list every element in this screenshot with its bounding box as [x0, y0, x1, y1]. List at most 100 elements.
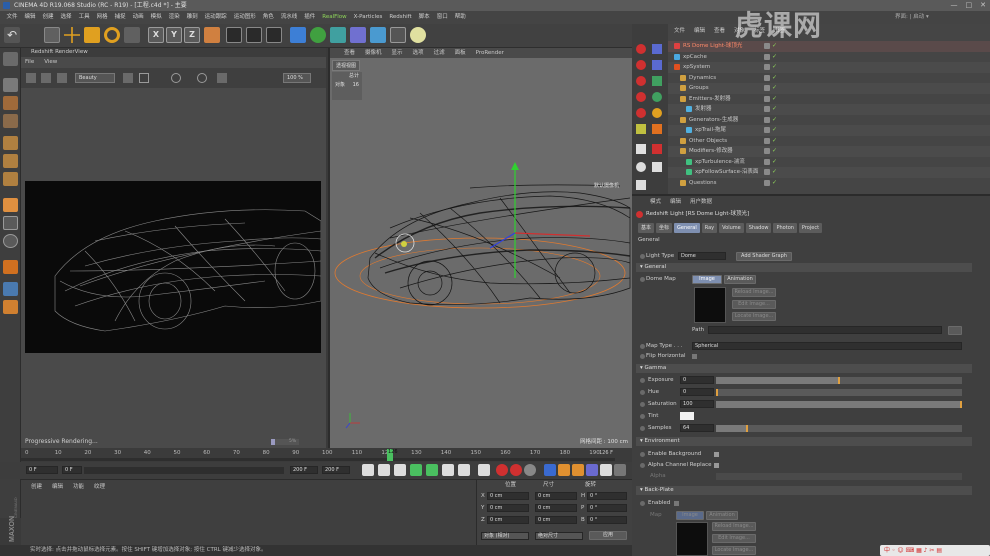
enabled-check-icon[interactable]: ✓ — [772, 158, 777, 166]
menu-select[interactable]: 选择 — [57, 11, 75, 24]
color-picker-icon[interactable] — [171, 73, 181, 83]
menu-script[interactable]: 脚本 — [415, 11, 433, 24]
enabled-check-icon[interactable]: ✓ — [772, 105, 777, 113]
visibility-toggle[interactable] — [764, 158, 770, 165]
visibility-toggle[interactable] — [764, 179, 770, 186]
start-frame-field[interactable]: 0 F — [26, 466, 58, 474]
samples-slider[interactable] — [716, 425, 962, 432]
aov-select[interactable]: Beauty — [75, 73, 115, 83]
mat-menu-function[interactable]: 功能 — [73, 482, 84, 490]
menu-file[interactable]: 文件 — [3, 11, 21, 24]
camera-icon[interactable] — [390, 27, 406, 43]
tab-coord[interactable]: 坐标 — [656, 223, 673, 233]
scale-icon[interactable] — [84, 27, 100, 43]
enabled-check-icon[interactable]: ✓ — [772, 74, 777, 82]
z-axis-lock-button[interactable]: Z — [184, 27, 200, 43]
visibility-toggle[interactable] — [764, 95, 770, 102]
key-position-icon[interactable] — [544, 464, 556, 476]
ime-indicator[interactable]: 中 ◦ ☺ ⌨ ▦ ♪ ✂ ▤ — [884, 545, 942, 556]
coord-position-field[interactable]: 0 cm — [487, 516, 529, 524]
key-parameter-icon[interactable] — [586, 464, 598, 476]
edit-image-button[interactable]: Edit Image... — [732, 300, 776, 309]
mat-menu-edit[interactable]: 编辑 — [52, 482, 63, 490]
key-pla-icon[interactable] — [600, 464, 612, 476]
loop-icon[interactable] — [478, 464, 490, 476]
record-active-icon[interactable] — [496, 464, 508, 476]
back-plate-tab-animation[interactable]: Animation — [706, 511, 738, 520]
section-gamma[interactable]: ▾ Gamma — [636, 364, 972, 373]
redshift-icon[interactable] — [636, 44, 646, 54]
enable-background-checkbox[interactable] — [714, 452, 719, 457]
visibility-toggle[interactable] — [764, 64, 770, 70]
minimize-button[interactable]: — — [951, 1, 958, 10]
menu-create[interactable]: 创建 — [39, 11, 57, 24]
tab-project[interactable]: Project — [798, 223, 823, 233]
next-key-icon[interactable] — [442, 464, 454, 476]
om-menu-file[interactable]: 文件 — [674, 24, 685, 38]
path-field[interactable] — [708, 326, 942, 334]
save-image-icon[interactable] — [57, 73, 67, 83]
viewport-menu-cameras[interactable]: 摄像机 — [365, 48, 382, 58]
om-menu-view[interactable]: 查看 — [714, 24, 725, 38]
back-plate-locate-image-button[interactable]: Locate Image... — [712, 546, 756, 555]
menu-character[interactable]: 角色 — [259, 11, 277, 24]
menu-snap[interactable]: 捕捉 — [111, 11, 129, 24]
coord-mode-object-select[interactable]: 对象 (相对) — [481, 532, 529, 540]
xp-modifier-icon[interactable] — [652, 92, 662, 102]
object-row[interactable]: Dynamics ✓ — [668, 73, 990, 84]
visibility-toggle[interactable] — [764, 127, 770, 133]
go-to-end-icon[interactable] — [458, 464, 470, 476]
object-row[interactable]: Other Objects ✓ — [668, 136, 990, 147]
menu-x-particles[interactable]: X-Particles — [350, 11, 386, 24]
light-icon[interactable] — [410, 27, 426, 43]
back-plate-tab-image[interactable]: Image — [676, 511, 704, 520]
tab-shadow[interactable]: Shadow — [745, 223, 772, 233]
preview-end-field[interactable]: 200 F — [322, 466, 350, 474]
menu-sculpt[interactable]: 雕刻 — [183, 11, 201, 24]
zoom-select[interactable]: 100 % — [283, 73, 311, 83]
coord-rotation-field[interactable]: 0 ° — [587, 516, 627, 524]
region-icon[interactable] — [123, 73, 133, 83]
section-general-sub[interactable]: ▾ General — [636, 263, 972, 272]
tab-basic[interactable]: 基本 — [638, 223, 655, 233]
map-type-select[interactable]: Spherical — [692, 342, 962, 350]
tweak-icon[interactable] — [3, 216, 18, 230]
viewport-menu-prorender[interactable]: ProRender — [476, 48, 504, 58]
rotate-icon[interactable] — [104, 27, 120, 43]
x-axis-lock-button[interactable]: X — [148, 27, 164, 43]
viewport-menu-panel[interactable]: 面板 — [455, 48, 466, 58]
xp-system-icon[interactable] — [652, 44, 662, 54]
y-axis-lock-button[interactable]: Y — [166, 27, 182, 43]
visibility-toggle[interactable] — [764, 106, 770, 112]
enabled-check-icon[interactable]: ✓ — [772, 179, 777, 187]
reload-image-button[interactable]: Reload Image... — [732, 288, 776, 297]
menu-render[interactable]: 渲染 — [165, 11, 183, 24]
render-view-icon[interactable] — [226, 27, 242, 43]
viewport-menu-options[interactable]: 选项 — [413, 48, 424, 58]
om-menu-edit[interactable]: 编辑 — [694, 24, 705, 38]
move-icon[interactable] — [64, 27, 80, 43]
back-plate-edit-image-button[interactable]: Edit Image... — [712, 534, 756, 543]
enabled-check-icon[interactable]: ✓ — [772, 53, 777, 61]
timeline-menu-icon[interactable] — [614, 464, 626, 476]
menu-edit[interactable]: 编辑 — [21, 11, 39, 24]
object-row[interactable]: Groups ✓ — [668, 83, 990, 94]
menu-window[interactable]: 窗口 — [433, 11, 451, 24]
coord-size-field[interactable]: 0 cm — [535, 492, 577, 500]
psd-icon[interactable] — [636, 124, 646, 134]
visibility-toggle[interactable] — [764, 74, 770, 81]
render-view-menu-view[interactable]: View — [44, 57, 57, 68]
texture-mode-icon[interactable] — [3, 96, 18, 110]
next-frame-icon[interactable] — [426, 464, 438, 476]
viewport-menu-display[interactable]: 显示 — [392, 48, 403, 58]
render-stop-icon[interactable] — [41, 73, 51, 83]
menu-help[interactable]: 帮助 — [451, 11, 469, 24]
object-row[interactable]: xpSystem ✓ — [668, 62, 990, 73]
subdivision-icon[interactable] — [310, 27, 326, 43]
add-shader-graph-button[interactable]: Add Shader Graph — [736, 252, 792, 261]
section-environment[interactable]: ▾ Environment — [636, 437, 972, 446]
coord-mode-size-select[interactable]: 绝对尺寸 — [535, 532, 583, 540]
enabled-check-icon[interactable]: ✓ — [772, 95, 777, 103]
render-canvas[interactable] — [25, 181, 321, 353]
planar-workplane-icon[interactable] — [3, 300, 18, 314]
